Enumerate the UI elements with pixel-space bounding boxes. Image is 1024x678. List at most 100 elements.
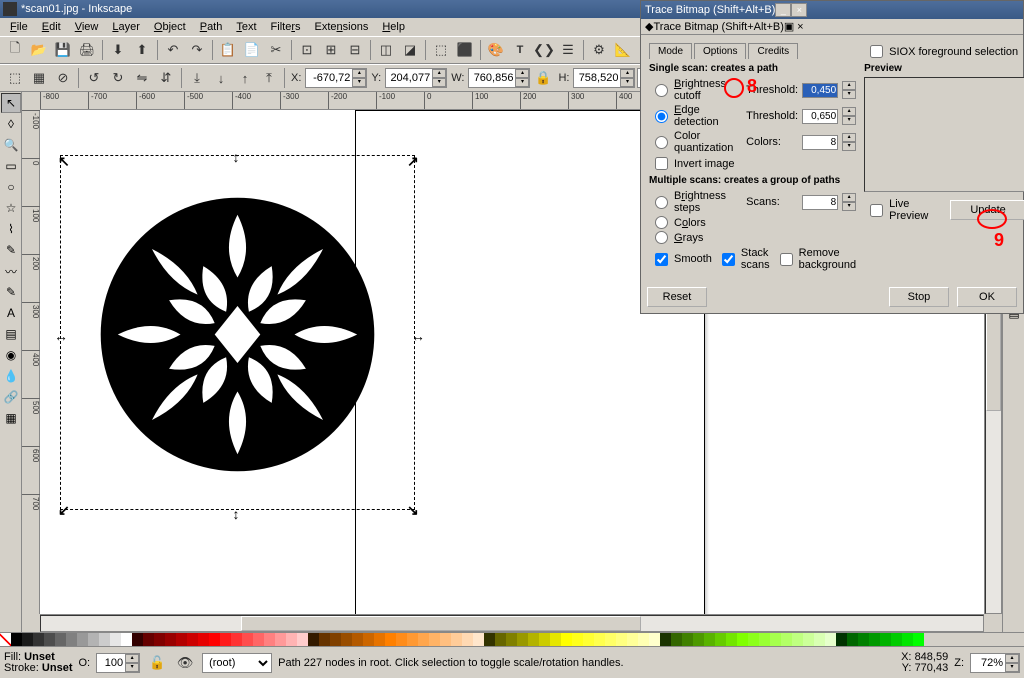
swatch[interactable] <box>341 633 352 646</box>
update-button[interactable]: Update <box>950 200 1024 220</box>
swatch[interactable] <box>770 633 781 646</box>
swatch[interactable] <box>143 633 154 646</box>
swatch[interactable] <box>715 633 726 646</box>
tool-10[interactable]: A <box>1 303 21 323</box>
swatch[interactable] <box>462 633 473 646</box>
raise-top-icon[interactable]: ⤒ <box>258 67 280 89</box>
handle-bl[interactable]: ↙ <box>58 502 68 512</box>
tool-5[interactable]: ☆ <box>1 198 21 218</box>
swatch[interactable] <box>44 633 55 646</box>
fill-icon[interactable]: 🎨 <box>485 39 507 61</box>
text-tool-icon[interactable]: T <box>509 39 531 61</box>
menu-view[interactable]: View <box>69 20 105 34</box>
handle-r[interactable]: ↔ <box>411 328 421 338</box>
swatch[interactable] <box>77 633 88 646</box>
handle-tl[interactable]: ↖ <box>58 153 68 163</box>
menu-layer[interactable]: Layer <box>106 20 146 34</box>
menu-object[interactable]: Object <box>148 20 192 34</box>
tool-3[interactable]: ▭ <box>1 156 21 176</box>
opacity-input[interactable]: ▴▾ <box>96 653 140 673</box>
swatch[interactable] <box>759 633 770 646</box>
radio-edge[interactable] <box>655 110 668 123</box>
tool-0[interactable]: ↖ <box>1 93 21 113</box>
redo-icon[interactable]: ↷ <box>186 39 208 61</box>
swatch[interactable] <box>638 633 649 646</box>
swatch[interactable] <box>264 633 275 646</box>
lower-bottom-icon[interactable]: ⤓ <box>186 67 208 89</box>
clone-icon[interactable]: ◫ <box>375 39 397 61</box>
paste-icon[interactable]: 📄 <box>241 39 263 61</box>
rotate-ccw-icon[interactable]: ↺ <box>83 67 105 89</box>
swatch[interactable] <box>319 633 330 646</box>
swatch[interactable] <box>363 633 374 646</box>
dialog-close-icon[interactable]: × <box>791 3 807 17</box>
swatch[interactable] <box>99 633 110 646</box>
menu-help[interactable]: Help <box>376 20 411 34</box>
undo-icon[interactable]: ↶ <box>162 39 184 61</box>
swatch[interactable] <box>869 633 880 646</box>
swatch[interactable] <box>231 633 242 646</box>
tab-options[interactable]: Options <box>694 43 746 59</box>
swatch[interactable] <box>396 633 407 646</box>
open-icon[interactable]: 📂 <box>28 39 50 61</box>
check-stack[interactable] <box>722 253 735 266</box>
swatch[interactable] <box>792 633 803 646</box>
group-icon[interactable]: ⬚ <box>430 39 452 61</box>
export-icon[interactable]: ⬆ <box>131 39 153 61</box>
swatch[interactable] <box>660 633 671 646</box>
tool-7[interactable]: ✎ <box>1 240 21 260</box>
swatch[interactable] <box>308 633 319 646</box>
swatch[interactable] <box>154 633 165 646</box>
menu-extensions[interactable]: Extensions <box>309 20 375 34</box>
flip-h-icon[interactable]: ⇋ <box>131 67 153 89</box>
scans-input[interactable] <box>802 195 838 210</box>
tool-14[interactable]: 🔗 <box>1 387 21 407</box>
swatch[interactable] <box>913 633 924 646</box>
swatch[interactable] <box>561 633 572 646</box>
threshold1-input[interactable] <box>802 83 838 98</box>
check-live[interactable] <box>870 204 883 217</box>
ok-button[interactable]: OK <box>957 287 1017 307</box>
swatch[interactable] <box>418 633 429 646</box>
swatch[interactable] <box>220 633 231 646</box>
fill-stroke-indicator[interactable]: Fill: Unset Stroke: Unset <box>4 652 72 674</box>
w-input[interactable]: ▴▾ <box>468 68 530 88</box>
swatch[interactable] <box>803 633 814 646</box>
swatch[interactable] <box>165 633 176 646</box>
swatch[interactable] <box>539 633 550 646</box>
swatch[interactable] <box>330 633 341 646</box>
save-icon[interactable]: 💾 <box>52 39 74 61</box>
swatch[interactable] <box>616 633 627 646</box>
print-icon[interactable]: 🖨 <box>76 39 98 61</box>
swatch[interactable] <box>275 633 286 646</box>
dialog-titlebar[interactable]: Trace Bitmap (Shift+Alt+B) _ × <box>641 1 1023 19</box>
layer-lock-icon[interactable]: 🔓 <box>146 652 168 674</box>
tool-12[interactable]: ◉ <box>1 345 21 365</box>
swatch[interactable] <box>484 633 495 646</box>
lock-icon[interactable]: 🔒 <box>532 67 554 89</box>
rotate-cw-icon[interactable]: ↻ <box>107 67 129 89</box>
swatch[interactable] <box>704 633 715 646</box>
tool-13[interactable]: 💧 <box>1 366 21 386</box>
tab-mode[interactable]: Mode <box>649 43 692 59</box>
handle-l[interactable]: ↔ <box>54 328 64 338</box>
swatch[interactable] <box>748 633 759 646</box>
radio-brightsteps[interactable] <box>655 196 668 209</box>
raise-icon[interactable]: ↑ <box>234 67 256 89</box>
swatch[interactable] <box>825 633 836 646</box>
swatch[interactable] <box>517 633 528 646</box>
swatch[interactable] <box>528 633 539 646</box>
swatch[interactable] <box>781 633 792 646</box>
swatch[interactable] <box>726 633 737 646</box>
swatch[interactable] <box>902 633 913 646</box>
swatch[interactable] <box>814 633 825 646</box>
menu-file[interactable]: FFileile <box>4 20 34 34</box>
swatch[interactable] <box>583 633 594 646</box>
cut-icon[interactable]: ✂ <box>265 39 287 61</box>
zoom-fit-icon[interactable]: ⊡ <box>296 39 318 61</box>
swatch[interactable] <box>297 633 308 646</box>
swatch[interactable] <box>847 633 858 646</box>
swatch[interactable] <box>594 633 605 646</box>
swatch[interactable] <box>836 633 847 646</box>
swatch[interactable] <box>451 633 462 646</box>
